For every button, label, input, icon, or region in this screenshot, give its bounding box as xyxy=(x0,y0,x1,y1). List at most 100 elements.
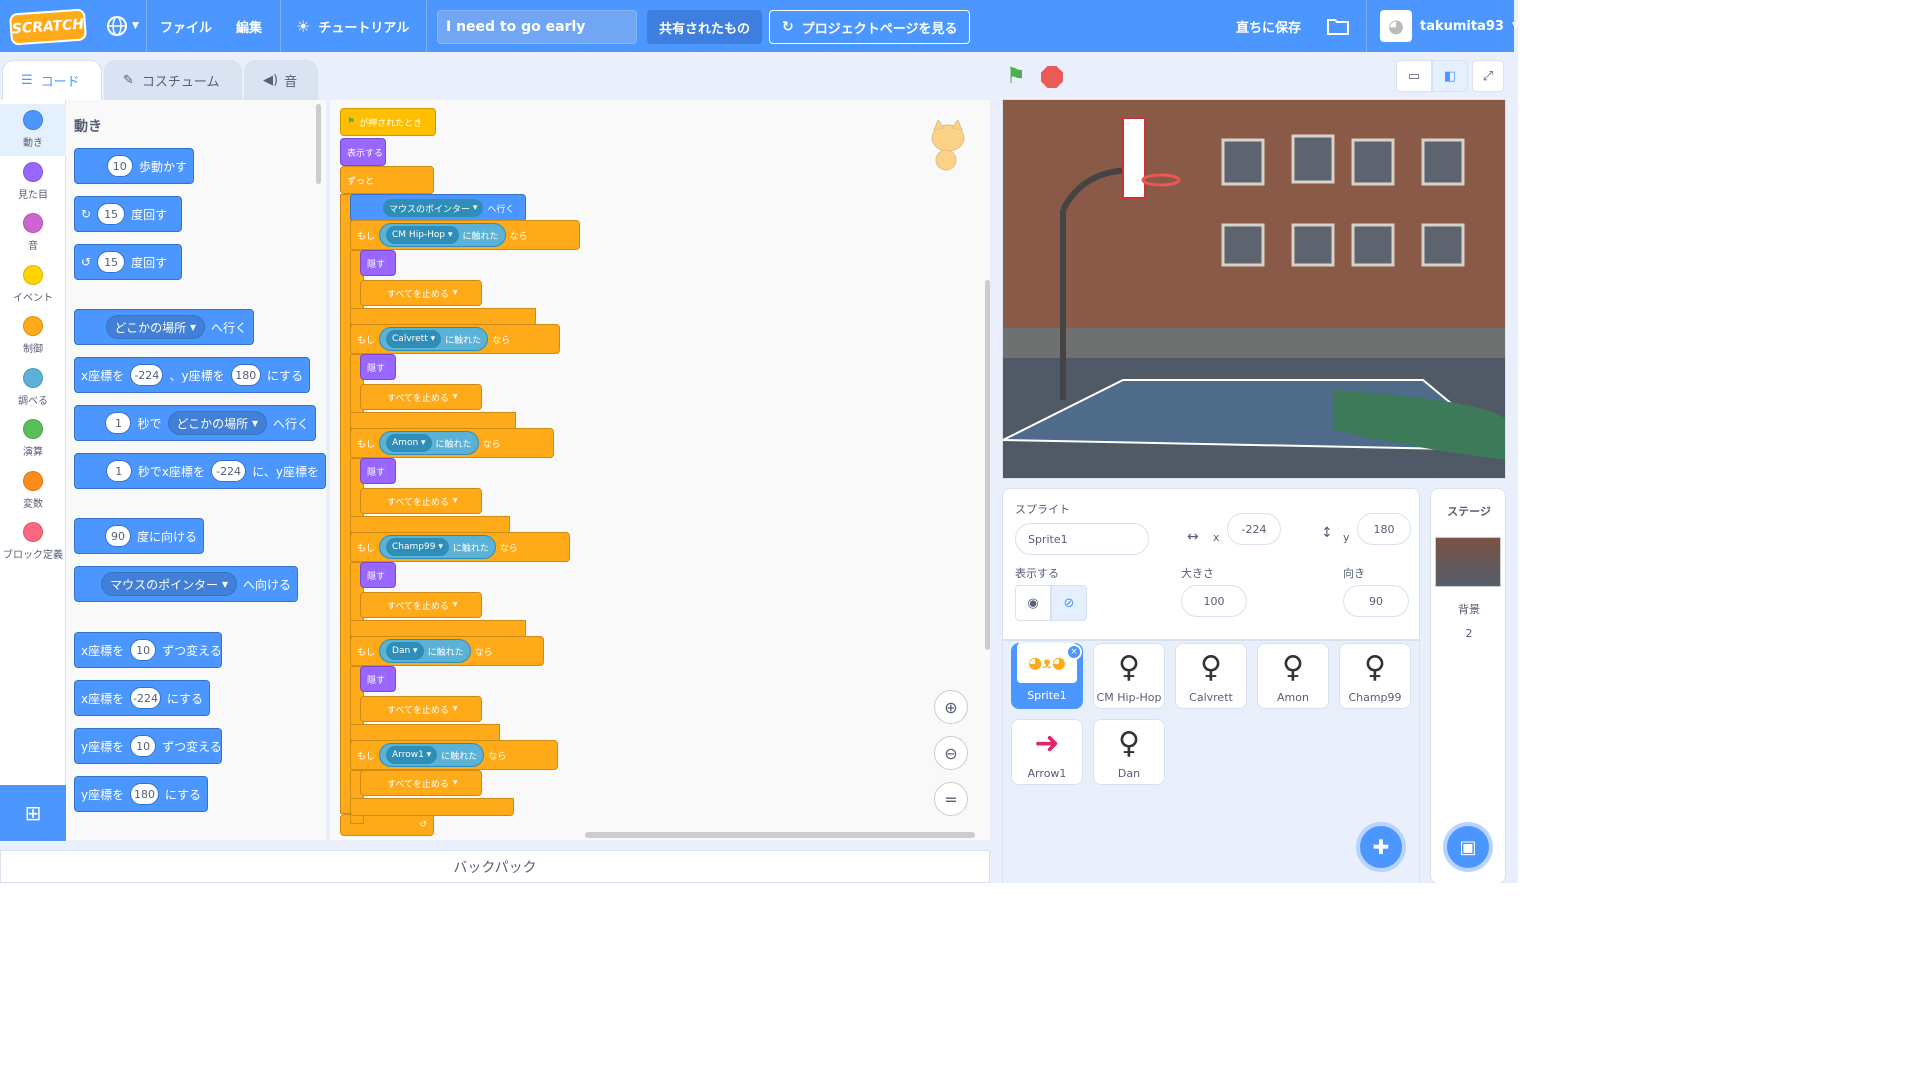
zoom-in-button[interactable]: ⊕ xyxy=(934,690,968,724)
point-direction-block[interactable]: 90 度に向ける xyxy=(74,518,204,554)
project-title-input[interactable]: I need to go early xyxy=(437,10,637,44)
block-input[interactable]: 1 xyxy=(105,412,132,434)
block-dropdown[interactable]: Dan ▾ xyxy=(386,642,424,660)
backpack[interactable]: バックパック xyxy=(0,850,990,883)
if-block[interactable]: もし Champ99 ▾ に触れた なら xyxy=(350,532,570,562)
set-y-block[interactable]: y座標を 180 にする xyxy=(74,776,208,812)
block-input[interactable]: -224 xyxy=(130,687,161,709)
stop-all-block[interactable]: すべてを止める ▾ xyxy=(360,696,482,722)
sprite-tile-0[interactable]: ◕ᴥ◕ Sprite1 × xyxy=(1011,643,1083,709)
x-input[interactable]: -224 xyxy=(1227,513,1281,545)
y-input[interactable]: 180 xyxy=(1357,513,1411,545)
add-extension-button[interactable]: ⊞ xyxy=(0,785,66,841)
goto-block[interactable]: どこかの場所 ▾ へ行く xyxy=(74,309,254,345)
file-menu[interactable]: ファイル xyxy=(160,0,212,52)
script-area[interactable]: ⚑ が押されたとき 表示する ずっと ↺ マウスのポインター ▾ へ行く もし CM … xyxy=(330,100,990,840)
project-page-button[interactable]: ↻ プロジェクトページを見る xyxy=(769,10,971,44)
fullscreen-button[interactable]: ⤢ xyxy=(1472,60,1504,92)
block-input[interactable]: 10 xyxy=(106,155,133,177)
glide-to-block[interactable]: 1 秒で どこかの場所 ▾ へ行く xyxy=(74,405,316,441)
category-8[interactable]: ブロック定義 xyxy=(0,516,66,568)
delete-sprite-icon[interactable]: × xyxy=(1066,644,1082,660)
block-dropdown[interactable]: Calvrett ▾ xyxy=(386,330,442,348)
block-dropdown[interactable]: Amon ▾ xyxy=(386,434,432,452)
if-block[interactable]: もし CM Hip-Hop ▾ に触れた なら xyxy=(350,220,580,250)
stop-all-block[interactable]: すべてを止める ▾ xyxy=(360,280,482,306)
stop-all-block[interactable]: すべてを止める ▾ xyxy=(360,592,482,618)
glide-xy-block[interactable]: 1 秒でx座標を -224 に、y座標を xyxy=(74,453,326,489)
block-input[interactable]: 10 xyxy=(130,735,157,757)
category-3[interactable]: イベント xyxy=(0,259,66,311)
sprite-tile-5[interactable]: ➜ Arrow1 xyxy=(1011,719,1083,785)
hide-block[interactable]: 隠す xyxy=(360,250,396,276)
forever-block[interactable]: ずっと xyxy=(340,166,434,194)
add-backdrop-button[interactable]: ▣ xyxy=(1443,822,1493,872)
script-hscrollbar[interactable] xyxy=(585,832,975,838)
palette-scrollbar[interactable] xyxy=(316,104,321,184)
when-flag-clicked-block[interactable]: ⚑ が押されたとき xyxy=(340,108,436,136)
tab-costume[interactable]: ✎ コスチューム xyxy=(104,60,242,100)
sprite-tile-4[interactable]: ♀ Champ99 xyxy=(1339,643,1411,709)
hide-block[interactable]: 隠す xyxy=(360,354,396,380)
touching-condition[interactable]: Dan ▾ に触れた xyxy=(379,639,471,663)
large-stage-button[interactable]: ◧ xyxy=(1432,60,1468,92)
category-1[interactable]: 見た目 xyxy=(0,156,66,208)
tutorial-menu[interactable]: ☀ チュートリアル xyxy=(296,0,409,52)
sprite-tile-3[interactable]: ♀ Amon xyxy=(1257,643,1329,709)
set-x-block[interactable]: x座標を -224 にする xyxy=(74,680,210,716)
category-4[interactable]: 制御 xyxy=(0,310,66,362)
block-dropdown[interactable]: どこかの場所 ▾ xyxy=(105,315,205,339)
touching-condition[interactable]: Calvrett ▾ に触れた xyxy=(379,327,489,351)
block-input[interactable]: 180 xyxy=(130,783,159,805)
if-block[interactable]: もし Arrow1 ▾ に触れた なら xyxy=(350,740,558,770)
block-input[interactable]: 180 xyxy=(230,364,261,386)
if-block[interactable]: もし Amon ▾ に触れた なら xyxy=(350,428,554,458)
touching-condition[interactable]: Arrow1 ▾ に触れた xyxy=(379,743,485,767)
stop-all-block[interactable]: すべてを止める ▾ xyxy=(360,488,482,514)
block-input[interactable]: 10 xyxy=(130,639,157,661)
stop-button[interactable] xyxy=(1041,66,1063,88)
hide-sprite-button[interactable]: ⊘ xyxy=(1051,585,1087,621)
if-block[interactable]: もし Calvrett ▾ に触れた なら xyxy=(350,324,560,354)
touching-condition[interactable]: Amon ▾ に触れた xyxy=(379,431,479,455)
stop-all-block[interactable]: すべてを止める ▾ xyxy=(360,384,482,410)
category-6[interactable]: 演算 xyxy=(0,413,66,465)
direction-input[interactable]: 90 xyxy=(1343,585,1409,617)
block-input[interactable]: 1 xyxy=(105,460,132,482)
block-dropdown[interactable]: Arrow1 ▾ xyxy=(386,746,438,764)
block-input[interactable]: -224 xyxy=(210,460,247,482)
tab-code[interactable]: ☰ コード xyxy=(2,60,102,100)
sprite-tile-2[interactable]: ♀ Calvrett xyxy=(1175,643,1247,709)
block-dropdown[interactable]: どこかの場所 ▾ xyxy=(167,411,267,435)
block-dropdown[interactable]: マウスのポインター ▾ xyxy=(383,199,484,217)
turn-left-block[interactable]: ↺ 15 度回す xyxy=(74,244,182,280)
scratch-logo[interactable]: SCRATCH xyxy=(8,8,88,46)
shared-button[interactable]: 共有されたもの xyxy=(647,10,763,44)
green-flag-button[interactable]: ⚑ xyxy=(1006,64,1026,89)
touching-condition[interactable]: Champ99 ▾ に触れた xyxy=(379,535,496,559)
block-input[interactable]: 15 xyxy=(97,251,126,273)
change-x-block[interactable]: x座標を 10 ずつ変える xyxy=(74,632,222,668)
hide-block[interactable]: 隠す xyxy=(360,458,396,484)
zoom-reset-button[interactable]: = xyxy=(934,782,968,816)
block-dropdown[interactable]: マウスのポインター ▾ xyxy=(101,572,237,596)
block-dropdown[interactable]: CM Hip-Hop ▾ xyxy=(386,226,459,244)
stage-canvas[interactable] xyxy=(1002,99,1506,479)
touching-condition[interactable]: CM Hip-Hop ▾ に触れた xyxy=(379,223,506,247)
category-7[interactable]: 変数 xyxy=(0,465,66,517)
point-towards-block[interactable]: マウスのポインター ▾ へ向ける xyxy=(74,566,298,602)
move-steps-block[interactable]: 10 歩動かす xyxy=(74,148,194,184)
edit-menu[interactable]: 編集 xyxy=(236,0,262,52)
sprite-name-input[interactable]: Sprite1 xyxy=(1015,523,1149,555)
show-sprite-button[interactable]: ◉ xyxy=(1015,585,1051,621)
turn-right-block[interactable]: ↻ 15 度回す xyxy=(74,196,182,232)
size-input[interactable]: 100 xyxy=(1181,585,1247,617)
category-5[interactable]: 調べる xyxy=(0,362,66,414)
script-vscrollbar[interactable] xyxy=(985,280,990,650)
hide-block[interactable]: 隠す xyxy=(360,666,396,692)
small-stage-button[interactable]: ▭ xyxy=(1396,60,1432,92)
zoom-out-button[interactable]: ⊖ xyxy=(934,736,968,770)
my-stuff-button[interactable] xyxy=(1326,0,1350,52)
if-block[interactable]: もし Dan ▾ に触れた なら xyxy=(350,636,544,666)
category-2[interactable]: 音 xyxy=(0,207,66,259)
